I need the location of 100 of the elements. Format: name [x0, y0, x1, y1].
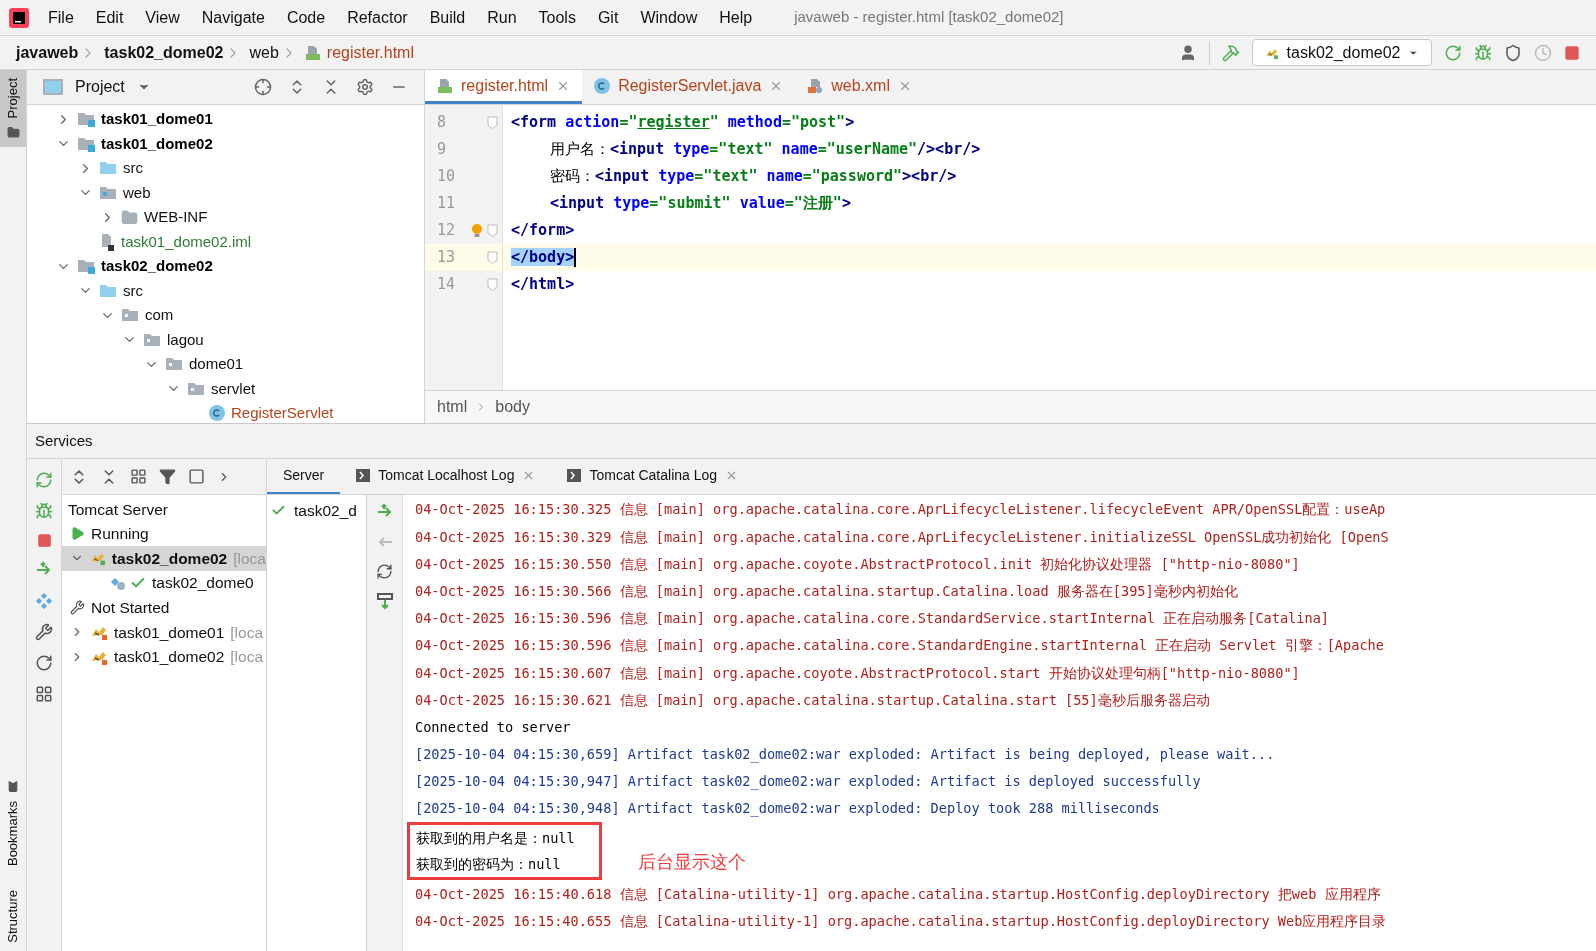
menu-item[interactable]: Help — [715, 5, 757, 30]
tree-item[interactable]: task01_dome02 — [101, 132, 213, 155]
stop-icon[interactable] — [36, 533, 52, 548]
line-number: 9 — [437, 139, 448, 161]
lightbulb-icon[interactable] — [471, 223, 483, 238]
breadcrumb-item[interactable]: web — [249, 40, 279, 65]
service-tree-item[interactable]: task01_dome01 [loca — [62, 619, 266, 645]
folder-icon — [121, 208, 138, 226]
console-line: 04-Oct-2025 16:15:30.566 信息 [main] org.apache.catalina.startup.Catalina.load 服务器在[395]毫秒内初始化 — [415, 581, 1239, 601]
editor-tab[interactable]: register.html — [425, 70, 583, 104]
panel-title: Services — [35, 430, 93, 451]
line-number: 8 — [437, 112, 448, 134]
stop-icon[interactable] — [1564, 44, 1580, 61]
side-tab[interactable]: Structure — [3, 890, 23, 943]
menu-item[interactable]: File — [44, 5, 78, 30]
menu-item[interactable]: Run — [483, 5, 521, 30]
module-file-icon — [99, 232, 115, 251]
tag-breadcrumb[interactable]: body — [495, 395, 530, 419]
class-icon — [594, 77, 611, 94]
source-folder-icon — [99, 282, 117, 299]
tree-item[interactable]: RegisterServlet — [231, 402, 334, 423]
tree-item[interactable]: task02_dome02 — [101, 255, 213, 278]
xml-file-icon — [807, 77, 824, 94]
refresh-icon[interactable] — [35, 654, 53, 672]
code-line: <form action="register" method="post"> — [511, 112, 855, 134]
run-configuration-dropdown[interactable]: task02_dome02 — [1252, 39, 1432, 66]
console-line: 04-Oct-2025 16:15:30.607 信息 [main] org.apache.coyote.AbstractProtocol.start 开始协议处理句柄["http-nio-8080"] — [415, 663, 1301, 683]
tree-item[interactable]: src — [123, 279, 143, 302]
wrench-icon — [70, 600, 85, 616]
group-icon[interactable] — [130, 468, 147, 485]
service-tree-item[interactable]: Running — [62, 521, 266, 547]
tree-item[interactable]: src — [123, 157, 143, 180]
tree-item[interactable]: lagou — [167, 328, 204, 351]
refresh-icon[interactable] — [376, 563, 393, 580]
text-cursor — [574, 248, 577, 267]
package-folder-icon — [143, 331, 161, 348]
scroll-to-end-icon[interactable] — [375, 592, 394, 610]
html-file-icon — [304, 44, 321, 61]
tree-item[interactable]: servlet — [211, 377, 256, 400]
editor-tab[interactable]: RegisterServlet.java — [582, 70, 796, 104]
service-tree-item[interactable]: task02_dome0 — [62, 570, 266, 596]
service-tree-item[interactable]: task01_dome02 [loca — [62, 644, 266, 670]
user-icon[interactable] — [1179, 43, 1197, 62]
console-line: 04-Oct-2025 16:15:30.329 信息 [main] org.apache.catalina.core.AprLifecycleListener.initializeSSL OpenSSL成功初始化 [OpenS — [415, 527, 1390, 547]
menu-item[interactable]: Tools — [534, 5, 580, 30]
tree-item[interactable]: WEB-INF — [144, 206, 208, 229]
filter-icon[interactable] — [159, 468, 176, 485]
service-tree-item[interactable]: Tomcat Server — [62, 497, 266, 522]
console-line: 04-Oct-2025 16:15:30.621 信息 [main] org.apache.catalina.startup.Catalina.start [55]毫秒后服务器启动 — [415, 690, 1211, 710]
console-icon — [356, 469, 371, 482]
console-line: 获取到的用户名是：null — [416, 829, 575, 849]
fold-marker-icon[interactable] — [486, 116, 498, 129]
fold-marker-icon[interactable] — [486, 278, 498, 291]
deployment-item[interactable]: task02_d — [267, 499, 366, 523]
panel-title[interactable]: Project — [75, 75, 125, 99]
breadcrumb-item[interactable]: register.html — [326, 40, 414, 65]
side-tab[interactable]: Bookmarks — [3, 780, 23, 867]
tree-item[interactable]: dome01 — [189, 353, 244, 376]
package-folder-icon — [121, 307, 139, 324]
menu-item[interactable]: Refactor — [343, 5, 412, 30]
fold-marker-icon[interactable] — [486, 224, 498, 237]
menu-item[interactable]: Git — [593, 5, 623, 30]
service-tree-item[interactable]: Not Started — [62, 595, 266, 620]
settings-icon[interactable] — [356, 78, 374, 96]
breadcrumb-item[interactable]: javaweb — [16, 40, 79, 65]
package-folder-icon — [187, 380, 205, 397]
layout-icon[interactable] — [35, 685, 53, 703]
tree-item[interactable]: web — [123, 181, 151, 204]
menu-item[interactable]: Window — [636, 5, 702, 30]
tree-item[interactable]: task01_dome02.iml — [121, 230, 252, 253]
menu-item[interactable]: Code — [282, 5, 330, 30]
console-line: [2025-10-04 04:15:30,659] Artifact task02_dome02:war exploded: Artifact is being deployed, please wait... — [415, 745, 1276, 765]
service-tree-item[interactable]: task02_dome02 [loca — [62, 546, 266, 571]
menu-item[interactable]: Build — [425, 5, 470, 30]
menu-item[interactable]: Edit — [91, 5, 128, 30]
breadcrumb-item[interactable]: task02_dome02 — [104, 40, 224, 65]
console-line: [2025-10-04 04:15:30,947] Artifact task02_dome02:war exploded: Artifact is deployed successfully — [415, 772, 1202, 792]
log-tab[interactable]: Tomcat Localhost Log — [340, 459, 552, 494]
menu-item[interactable]: Navigate — [197, 5, 269, 30]
project-view-icon — [43, 79, 63, 95]
editor-tab[interactable]: web.xml — [795, 70, 924, 104]
console-icon — [567, 469, 582, 482]
tomcat-icon — [90, 624, 108, 641]
locate-icon[interactable] — [254, 78, 272, 96]
fold-marker-icon[interactable] — [486, 251, 498, 264]
coverage-shield-icon[interactable] — [1504, 43, 1522, 62]
wrench-icon[interactable] — [35, 623, 53, 641]
console-line: Connected to server — [415, 717, 572, 737]
location-label: [loca — [233, 548, 266, 569]
project-side-tab[interactable]: Project — [0, 70, 26, 148]
tree-item[interactable]: com — [145, 304, 174, 327]
log-tab[interactable]: Tomcat Catalina Log — [551, 459, 755, 494]
web-folder-icon — [99, 184, 117, 201]
line-number: 13 — [437, 247, 457, 269]
bookmark-icon — [6, 780, 20, 794]
tree-item[interactable]: task01_dome01 — [101, 108, 213, 131]
menu-item[interactable]: View — [141, 5, 184, 30]
tag-breadcrumb[interactable]: html — [437, 395, 468, 419]
console-line: 04-Oct-2025 16:15:30.550 信息 [main] org.apache.coyote.AbstractProtocol.init 初始化协议处理器 ["http-nio-8080"] — [415, 554, 1301, 574]
package-folder-icon — [165, 356, 183, 373]
